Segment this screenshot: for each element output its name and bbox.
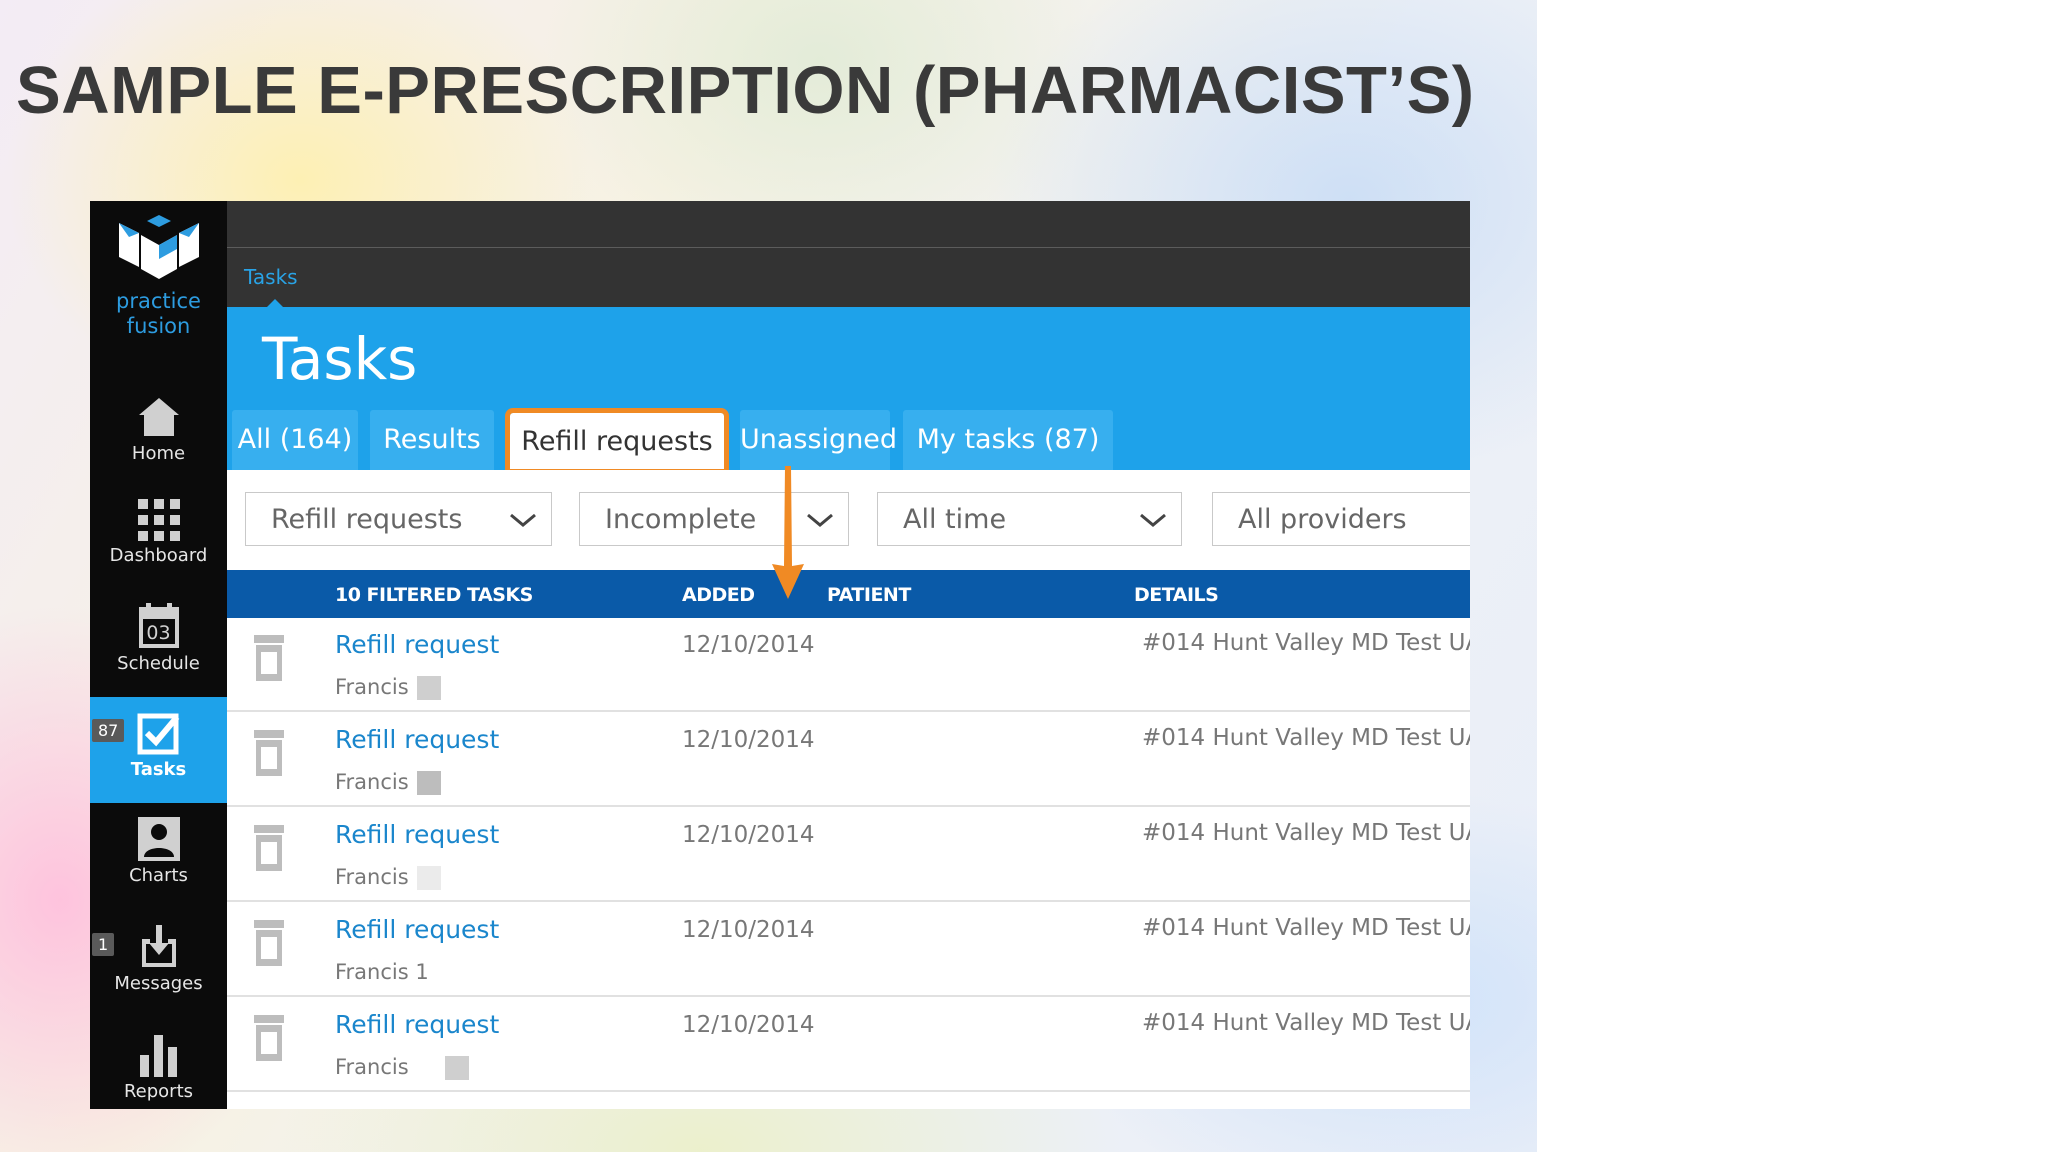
providers-value: All providers bbox=[1238, 504, 1407, 535]
time-range-value: All time bbox=[903, 504, 1007, 535]
tasks-count-badge: 87 bbox=[92, 719, 125, 742]
redaction-block bbox=[417, 771, 441, 795]
annotation-arrow-icon bbox=[772, 466, 804, 599]
row-patient-name: Francis bbox=[335, 770, 409, 794]
row-details: #014 Hunt Valley MD Test UAT bbox=[1142, 725, 1470, 751]
providers-dropdown[interactable]: All providers bbox=[1212, 492, 1470, 546]
breadcrumb[interactable]: Tasks bbox=[244, 265, 298, 289]
sidebar-item-home[interactable]: Home bbox=[90, 381, 227, 487]
home-icon bbox=[138, 398, 179, 436]
table-row[interactable]: Refill request Francis 12/10/2014 #014 H… bbox=[227, 713, 1470, 807]
grid-icon bbox=[137, 499, 180, 541]
redaction-block bbox=[445, 1056, 469, 1080]
table-row[interactable]: Refill request Francis 12/10/2014 #014 H… bbox=[227, 998, 1470, 1092]
row-details: #014 Hunt Valley MD Test UAT bbox=[1142, 1010, 1470, 1036]
tab-refill-requests[interactable]: Refill requests bbox=[505, 408, 729, 474]
chevron-down-icon bbox=[807, 513, 833, 527]
breadcrumb-caret-icon bbox=[267, 299, 283, 307]
table-header: 10 FILTERED TASKS ADDED PATIENT DETAILS bbox=[227, 570, 1470, 618]
sidebar-item-dashboard[interactable]: Dashboard bbox=[90, 487, 227, 593]
pill-bottle-icon bbox=[254, 730, 284, 776]
filter-bar: Refill requests Incomplete All time All … bbox=[227, 470, 1470, 570]
tab-all[interactable]: All (164) bbox=[232, 410, 358, 470]
page-title: Tasks bbox=[262, 325, 418, 393]
row-details: #014 Hunt Valley MD Test UAT bbox=[1142, 915, 1470, 941]
row-added-date: 12/10/2014 bbox=[682, 917, 815, 943]
time-range-dropdown[interactable]: All time bbox=[877, 492, 1182, 546]
slide-title: SAMPLE E-PRESCRIPTION (PHARMACIST’S) bbox=[16, 53, 1475, 128]
status-dropdown[interactable]: Incomplete bbox=[579, 492, 849, 546]
row-added-date: 12/10/2014 bbox=[682, 727, 815, 753]
pill-bottle-icon bbox=[254, 920, 284, 966]
app-screenshot: practice fusion Home Dashboard Schedule … bbox=[90, 201, 1470, 1109]
row-title-link[interactable]: Refill request bbox=[335, 820, 499, 849]
calendar-day-number: 03 bbox=[146, 622, 171, 644]
sidebar-item-label: Reports bbox=[123, 1081, 194, 1102]
chevron-down-icon bbox=[1140, 513, 1166, 527]
task-type-dropdown[interactable]: Refill requests bbox=[245, 492, 552, 546]
logo: practice fusion bbox=[90, 215, 227, 339]
row-title-link[interactable]: Refill request bbox=[335, 630, 499, 659]
column-header-count[interactable]: 10 FILTERED TASKS bbox=[335, 584, 533, 606]
column-header-patient[interactable]: PATIENT bbox=[827, 584, 911, 606]
bar-chart-icon bbox=[139, 1035, 177, 1077]
row-patient-name: Francis 1 bbox=[335, 960, 429, 984]
row-added-date: 12/10/2014 bbox=[682, 632, 815, 658]
sidebar-item-label: Schedule bbox=[117, 653, 200, 674]
row-title-link[interactable]: Refill request bbox=[335, 1010, 499, 1039]
sidebar-item-label: Dashboard bbox=[109, 545, 208, 566]
sidebar-item-tasks[interactable]: 87 Tasks bbox=[90, 697, 227, 803]
sidebar-item-charts[interactable]: Charts bbox=[90, 805, 227, 911]
sidebar-item-label: Home bbox=[131, 443, 186, 464]
redaction-block bbox=[417, 676, 441, 700]
messages-count-badge: 1 bbox=[92, 933, 115, 956]
redaction-block bbox=[417, 866, 441, 890]
status-value: Incomplete bbox=[605, 504, 757, 535]
row-patient-name: Francis bbox=[335, 675, 409, 699]
column-header-details[interactable]: DETAILS bbox=[1134, 584, 1219, 606]
sidebar-item-label: Messages bbox=[114, 973, 203, 994]
row-details: #014 Hunt Valley MD Test UAT bbox=[1142, 820, 1470, 846]
row-details: #014 Hunt Valley MD Test UAT bbox=[1142, 630, 1470, 656]
sidebar-item-reports[interactable]: Reports bbox=[90, 1017, 227, 1109]
top-bar: Tasks bbox=[227, 201, 1470, 307]
table-row[interactable]: Refill request Francis 12/10/2014 #014 H… bbox=[227, 618, 1470, 712]
row-patient-name: Francis bbox=[335, 865, 409, 889]
chevron-down-icon bbox=[510, 513, 536, 527]
sidebar-item-label: Charts bbox=[129, 865, 188, 886]
row-title-link[interactable]: Refill request bbox=[335, 725, 499, 754]
logo-line-1: practice bbox=[116, 289, 201, 313]
pill-bottle-icon bbox=[254, 1015, 284, 1061]
pill-bottle-icon bbox=[254, 635, 284, 681]
logo-line-2: fusion bbox=[126, 314, 191, 338]
table-row[interactable]: Refill request Francis 1 12/10/2014 #014… bbox=[227, 903, 1470, 997]
person-icon bbox=[137, 817, 180, 861]
tab-results[interactable]: Results bbox=[370, 410, 494, 470]
sidebar-item-messages[interactable]: 1 Messages bbox=[90, 911, 227, 1017]
page-header: Tasks All (164) Results Refill requests … bbox=[227, 307, 1470, 474]
sidebar-item-label: Tasks bbox=[130, 759, 187, 780]
pill-bottle-icon bbox=[254, 825, 284, 871]
task-type-value: Refill requests bbox=[271, 504, 463, 535]
row-title-link[interactable]: Refill request bbox=[335, 915, 499, 944]
tab-unassigned[interactable]: Unassigned bbox=[740, 410, 897, 470]
practice-fusion-logo-icon bbox=[118, 215, 199, 279]
top-bar-divider bbox=[227, 247, 1470, 248]
row-patient-name: Francis bbox=[335, 1055, 409, 1079]
table-row[interactable]: Refill request Francis 12/10/2014 #014 H… bbox=[227, 808, 1470, 902]
inbox-icon bbox=[141, 925, 176, 967]
sidebar: practice fusion Home Dashboard Schedule … bbox=[90, 201, 227, 1109]
column-header-added[interactable]: ADDED bbox=[682, 584, 755, 606]
checkbox-icon bbox=[137, 713, 179, 755]
logo-text: practice fusion bbox=[90, 289, 227, 339]
row-added-date: 12/10/2014 bbox=[682, 1012, 815, 1038]
tab-my-tasks[interactable]: My tasks (87) bbox=[903, 410, 1113, 470]
sidebar-item-schedule[interactable]: Schedule 03 bbox=[90, 593, 227, 699]
row-added-date: 12/10/2014 bbox=[682, 822, 815, 848]
